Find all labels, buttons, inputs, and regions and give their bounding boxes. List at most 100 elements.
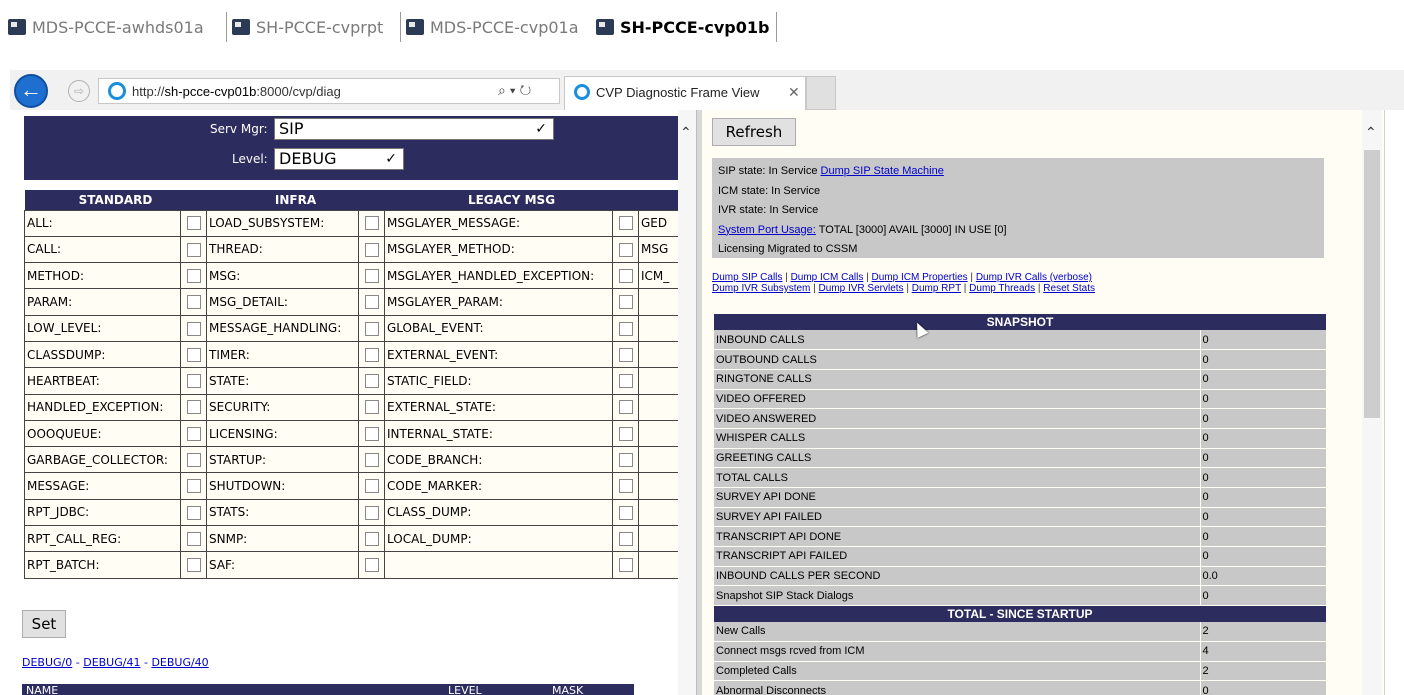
trace-checkbox[interactable] [186,558,201,573]
trace-checkbox-cell [180,446,207,474]
arrow-left-icon: ← [20,77,42,102]
debug-link-40[interactable]: DEBUG/40 [151,656,208,669]
debug-link-0[interactable]: DEBUG/0 [22,656,72,669]
trace-checkbox[interactable] [364,321,379,336]
trace-checkbox[interactable] [364,479,379,494]
rdp-tab-sh-cvp01b[interactable]: SH-PCCE-cvp01b [596,12,769,42]
rdp-tab-mds-cvp01a[interactable]: MDS-PCCE-cvp01a [406,12,579,42]
trace-checkbox-cell [180,288,207,316]
trace-checkbox-cell [612,367,639,395]
url-text[interactable]: http://sh-pcce-cvp01b:8000/cvp/diag [132,84,341,99]
dump-link[interactable]: Dump IVR Calls (verbose) [976,272,1092,283]
icm-state: ICM state: In Service [718,184,821,197]
new-tab-button[interactable] [806,76,836,110]
trace-checkbox[interactable] [364,295,379,310]
left-scrollbar[interactable] [678,110,696,695]
trace-checkbox[interactable] [186,453,201,468]
trace-checkbox[interactable] [618,400,633,415]
trace-checkbox[interactable] [364,426,379,441]
dump-link[interactable]: Dump Threads [969,283,1035,294]
diagnostics-frame: Refresh SIP state: In Service Dump SIP S… [702,110,1384,695]
system-port-usage-link[interactable]: System Port Usage: [718,224,816,236]
stat-value: 0 [1199,507,1326,528]
trace-checkbox[interactable] [186,505,201,520]
trace-checkbox[interactable] [364,268,379,283]
trace-label: TIMER: [206,340,359,369]
dump-link[interactable]: Dump IVR Servlets [819,283,904,294]
rdp-tab-mds-awhds01a[interactable]: MDS-PCCE-awhds01a [8,12,204,42]
section-title: SNAPSHOT [714,314,1326,330]
scrollbar-thumb[interactable] [1364,150,1380,418]
stat-row: RINGTONE CALLS 0 [714,369,1326,390]
trace-checkbox[interactable] [186,242,201,257]
trace-checkbox[interactable] [364,505,379,520]
dump-link[interactable]: Dump SIP Calls [712,272,782,283]
stat-row: VIDEO ANSWERED 0 [714,408,1326,429]
trace-checkbox[interactable] [618,347,633,362]
dump-link[interactable]: Dump IVR Subsystem [712,283,810,294]
trace-checkbox[interactable] [618,505,633,520]
refresh-button[interactable]: Refresh [712,118,796,146]
trace-checkbox[interactable] [186,479,201,494]
trace-checkbox[interactable] [364,453,379,468]
trace-checkbox[interactable] [364,374,379,389]
chevron-up-icon[interactable]: ⌃ [680,124,692,141]
trace-checkbox[interactable] [186,400,201,415]
trace-checkbox[interactable] [618,216,633,231]
trace-checkbox-cell [358,525,385,553]
level-select[interactable]: DEBUG ✓ [274,148,404,170]
set-button[interactable]: Set [22,610,66,638]
trace-checkbox[interactable] [618,242,633,257]
stat-row: SURVEY API FAILED 0 [714,507,1326,528]
trace-checkbox[interactable] [618,374,633,389]
trace-checkbox[interactable] [364,400,379,415]
dump-link[interactable]: Reset Stats [1043,283,1095,294]
trace-checkbox[interactable] [618,426,633,441]
trace-label: MSGLAYER_HANDLED_EXCEPTION: [384,262,613,290]
stat-label: TRANSCRIPT API DONE [714,526,1200,548]
stat-value: 0 [1199,330,1326,351]
trace-label: ALL: [24,209,181,237]
trace-checkbox[interactable] [364,242,379,257]
stat-row: New Calls 2 [714,621,1326,642]
trace-checkbox[interactable] [364,347,379,362]
servmgr-select[interactable]: SIP ✓ [274,118,554,140]
trace-checkbox-cell [612,472,639,500]
trace-checkbox[interactable] [618,531,633,546]
dump-sip-state-machine-link[interactable]: Dump SIP State Machine [821,165,944,177]
trace-checkbox[interactable] [618,268,633,283]
trace-label: STATIC_FIELD: [384,367,613,395]
trace-checkbox[interactable] [186,374,201,389]
search-refresh-controls[interactable]: ⌕ ▾ ↻ [498,82,531,99]
dump-link[interactable]: Dump RPT [912,283,961,294]
close-icon[interactable]: ✕ [788,84,800,101]
trace-checkbox[interactable] [618,558,633,573]
trace-checkbox[interactable] [364,558,379,573]
trace-checkbox[interactable] [364,216,379,231]
col-header-infra: INFRA [206,190,385,210]
debug-link-41[interactable]: DEBUG/41 [83,656,140,669]
trace-checkbox[interactable] [186,295,201,310]
dump-link[interactable]: Dump ICM Properties [872,272,968,283]
trace-checkbox[interactable] [618,453,633,468]
chevron-down-icon: ✓ [535,121,547,137]
stat-value: 0 [1199,408,1326,429]
dump-link[interactable]: Dump ICM Calls [791,272,864,283]
trace-checkbox[interactable] [186,268,201,283]
trace-checkbox[interactable] [186,216,201,231]
forward-button[interactable]: ⇨ [68,80,90,102]
trace-checkbox[interactable] [618,295,633,310]
rdp-tab-label: MDS-PCCE-awhds01a [32,17,204,37]
trace-checkbox[interactable] [618,479,633,494]
link-separator: | [903,283,912,294]
trace-checkbox[interactable] [186,321,201,336]
trace-checkbox[interactable] [364,531,379,546]
trace-checkbox[interactable] [186,531,201,546]
trace-checkbox-cell [180,209,207,237]
rdp-tab-sh-cvprpt[interactable]: SH-PCCE-cvprpt [232,12,383,42]
back-button[interactable]: ← [14,74,48,108]
trace-checkbox[interactable] [186,347,201,362]
chevron-up-icon[interactable]: ⌃ [1365,124,1377,141]
trace-checkbox[interactable] [186,426,201,441]
trace-checkbox[interactable] [618,321,633,336]
